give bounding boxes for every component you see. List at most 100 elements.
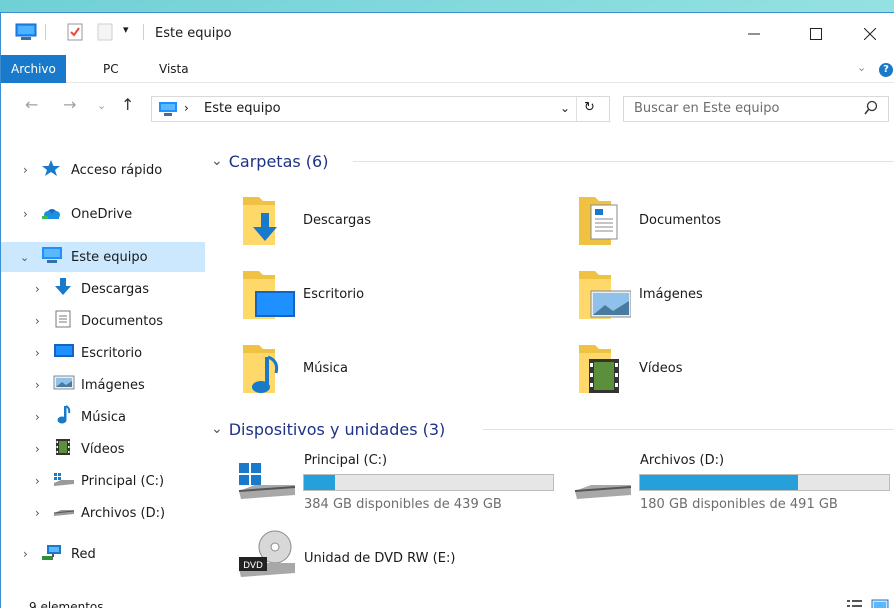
folder-videos[interactable]: Vídeos	[575, 339, 875, 403]
title-separator-2	[143, 24, 144, 40]
details-view-icon[interactable]	[847, 599, 863, 608]
chevron-down-icon[interactable]: ⌄	[211, 421, 223, 437]
sidebar-item-este-equipo[interactable]: ⌄ Este equipo	[1, 242, 205, 272]
chevron-right-icon[interactable]: ›	[35, 346, 40, 360]
sidebar-item-acceso-rapido[interactable]: › Acceso rápido	[1, 155, 205, 185]
pictures-folder-icon	[575, 265, 632, 329]
download-icon	[53, 278, 73, 300]
drive-label: Principal (C:)	[304, 453, 388, 468]
group-title: Carpetas (6)	[228, 151, 329, 171]
group-header-carpetas[interactable]: ⌄ Carpetas (6)	[211, 150, 328, 172]
document-icon	[55, 310, 71, 332]
sidebar-item-musica[interactable]: › Música	[1, 402, 205, 432]
chevron-right-icon[interactable]: ›	[23, 547, 28, 561]
breadcrumb-separator-icon: ›	[184, 101, 189, 115]
explorer-window: ▾ Este equipo Archivo PC Vista ⌄ ? ← → ⌄…	[0, 12, 894, 608]
drive-windows-icon	[53, 471, 75, 491]
maximize-button[interactable]	[793, 21, 839, 47]
title-separator	[45, 24, 46, 40]
sidebar-item-label: Este equipo	[71, 249, 148, 265]
cloud-icon	[41, 204, 63, 224]
drive-principal-c[interactable]: Principal (C:) 384 GB disponibles de 439…	[237, 451, 567, 513]
chevron-right-icon[interactable]: ›	[35, 378, 40, 392]
title-bar: ▾ Este equipo	[1, 13, 894, 55]
sidebar-item-label: Acceso rápido	[71, 162, 163, 178]
chevron-down-icon[interactable]: ⌄	[20, 251, 29, 264]
forward-arrow-icon[interactable]: →	[63, 95, 76, 114]
large-icons-view-icon[interactable]	[871, 599, 889, 608]
video-icon	[55, 438, 71, 460]
back-arrow-icon[interactable]: ←	[25, 95, 38, 114]
tab-pc[interactable]: PC	[93, 55, 129, 83]
chevron-down-icon[interactable]: ⌄	[211, 153, 223, 169]
help-icon[interactable]: ?	[879, 63, 893, 77]
dvd-drive-icon: DVD	[237, 529, 297, 589]
breadcrumb[interactable]: Este equipo	[204, 101, 281, 116]
download-folder-icon	[239, 191, 295, 255]
computer-small-icon	[158, 101, 178, 121]
close-button[interactable]	[847, 21, 893, 47]
customize-qa-icon[interactable]: ▾	[123, 23, 129, 36]
sidebar-item-red[interactable]: › Red	[1, 539, 205, 569]
chevron-right-icon[interactable]: ›	[35, 410, 40, 424]
folder-label: Descargas	[303, 213, 372, 228]
sidebar-item-escritorio[interactable]: › Escritorio	[1, 338, 205, 368]
folder-escritorio[interactable]: Escritorio	[239, 265, 539, 329]
drive-dvd-e[interactable]: DVD Unidad de DVD RW (E:)	[237, 529, 567, 589]
tab-vista[interactable]: Vista	[149, 55, 199, 83]
up-arrow-icon[interactable]: ↑	[121, 95, 134, 114]
drive-usage-bar	[303, 474, 554, 491]
sidebar-item-videos[interactable]: › Vídeos	[1, 434, 205, 464]
drive-archivos-d[interactable]: Archivos (D:) 180 GB disponibles de 491 …	[573, 451, 894, 513]
recent-locations-icon[interactable]: ⌄	[97, 99, 106, 112]
search-input[interactable]: Buscar en Este equipo	[623, 96, 889, 122]
drive-label: Unidad de DVD RW (E:)	[304, 551, 456, 566]
item-count: 9 elementos	[29, 600, 104, 608]
folder-musica[interactable]: Música	[239, 339, 539, 403]
drive-icon	[573, 457, 633, 509]
search-placeholder: Buscar en Este equipo	[634, 101, 780, 116]
star-icon	[41, 159, 61, 181]
sidebar-item-principal-c[interactable]: › Principal (C:)	[1, 466, 205, 496]
sidebar-item-descargas[interactable]: › Descargas	[1, 274, 205, 304]
refresh-icon[interactable]: ↻	[584, 100, 595, 115]
chevron-right-icon[interactable]: ›	[35, 474, 40, 488]
sidebar-item-imagenes[interactable]: › Imágenes	[1, 370, 205, 400]
address-divider	[576, 97, 577, 121]
sidebar-item-label: Música	[81, 409, 126, 425]
address-row: ← → ⌄ ↑ › Este equipo ⌄ ↻ Buscar en Este…	[1, 83, 894, 139]
sidebar-item-documentos[interactable]: › Documentos	[1, 306, 205, 336]
sidebar-item-label: Imágenes	[81, 377, 145, 393]
documents-folder-icon	[575, 191, 631, 255]
expand-ribbon-icon[interactable]: ⌄	[857, 61, 866, 74]
chevron-right-icon[interactable]: ›	[35, 442, 40, 456]
group-header-dispositivos[interactable]: ⌄ Dispositivos y unidades (3)	[211, 418, 445, 440]
drive-label: Archivos (D:)	[640, 453, 725, 468]
drive-usage-fill	[640, 475, 798, 490]
folder-imagenes[interactable]: Imágenes	[575, 265, 875, 329]
folder-descargas[interactable]: Descargas	[239, 191, 539, 255]
sidebar-item-label: Documentos	[81, 313, 164, 329]
chevron-right-icon[interactable]: ›	[23, 207, 28, 221]
chevron-right-icon[interactable]: ›	[23, 163, 28, 177]
chevron-right-icon[interactable]: ›	[35, 314, 40, 328]
chevron-right-icon[interactable]: ›	[35, 282, 40, 296]
sidebar-item-archivos-d[interactable]: › Archivos (D:)	[1, 498, 205, 528]
network-icon	[41, 543, 63, 565]
search-icon[interactable]	[864, 100, 878, 120]
folder-label: Imágenes	[639, 287, 703, 302]
tab-archivo[interactable]: Archivo	[1, 55, 66, 83]
minimize-button[interactable]	[731, 21, 777, 47]
computer-icon[interactable]	[15, 23, 37, 41]
dvd-label-text: DVD	[243, 561, 263, 571]
drive-windows-icon	[237, 457, 297, 509]
address-bar[interactable]: › Este equipo ⌄ ↻	[151, 96, 610, 122]
new-folder-icon[interactable]	[97, 23, 113, 41]
properties-icon[interactable]	[67, 23, 83, 41]
sidebar-item-label: Archivos (D:)	[81, 505, 166, 521]
address-dropdown-icon[interactable]: ⌄	[560, 101, 570, 115]
folder-documentos[interactable]: Documentos	[575, 191, 875, 255]
chevron-right-icon[interactable]: ›	[35, 506, 40, 520]
sidebar-item-onedrive[interactable]: › OneDrive	[1, 199, 205, 229]
content-pane: ⌄ Carpetas (6) Descargas Documentos Escr…	[211, 139, 894, 605]
